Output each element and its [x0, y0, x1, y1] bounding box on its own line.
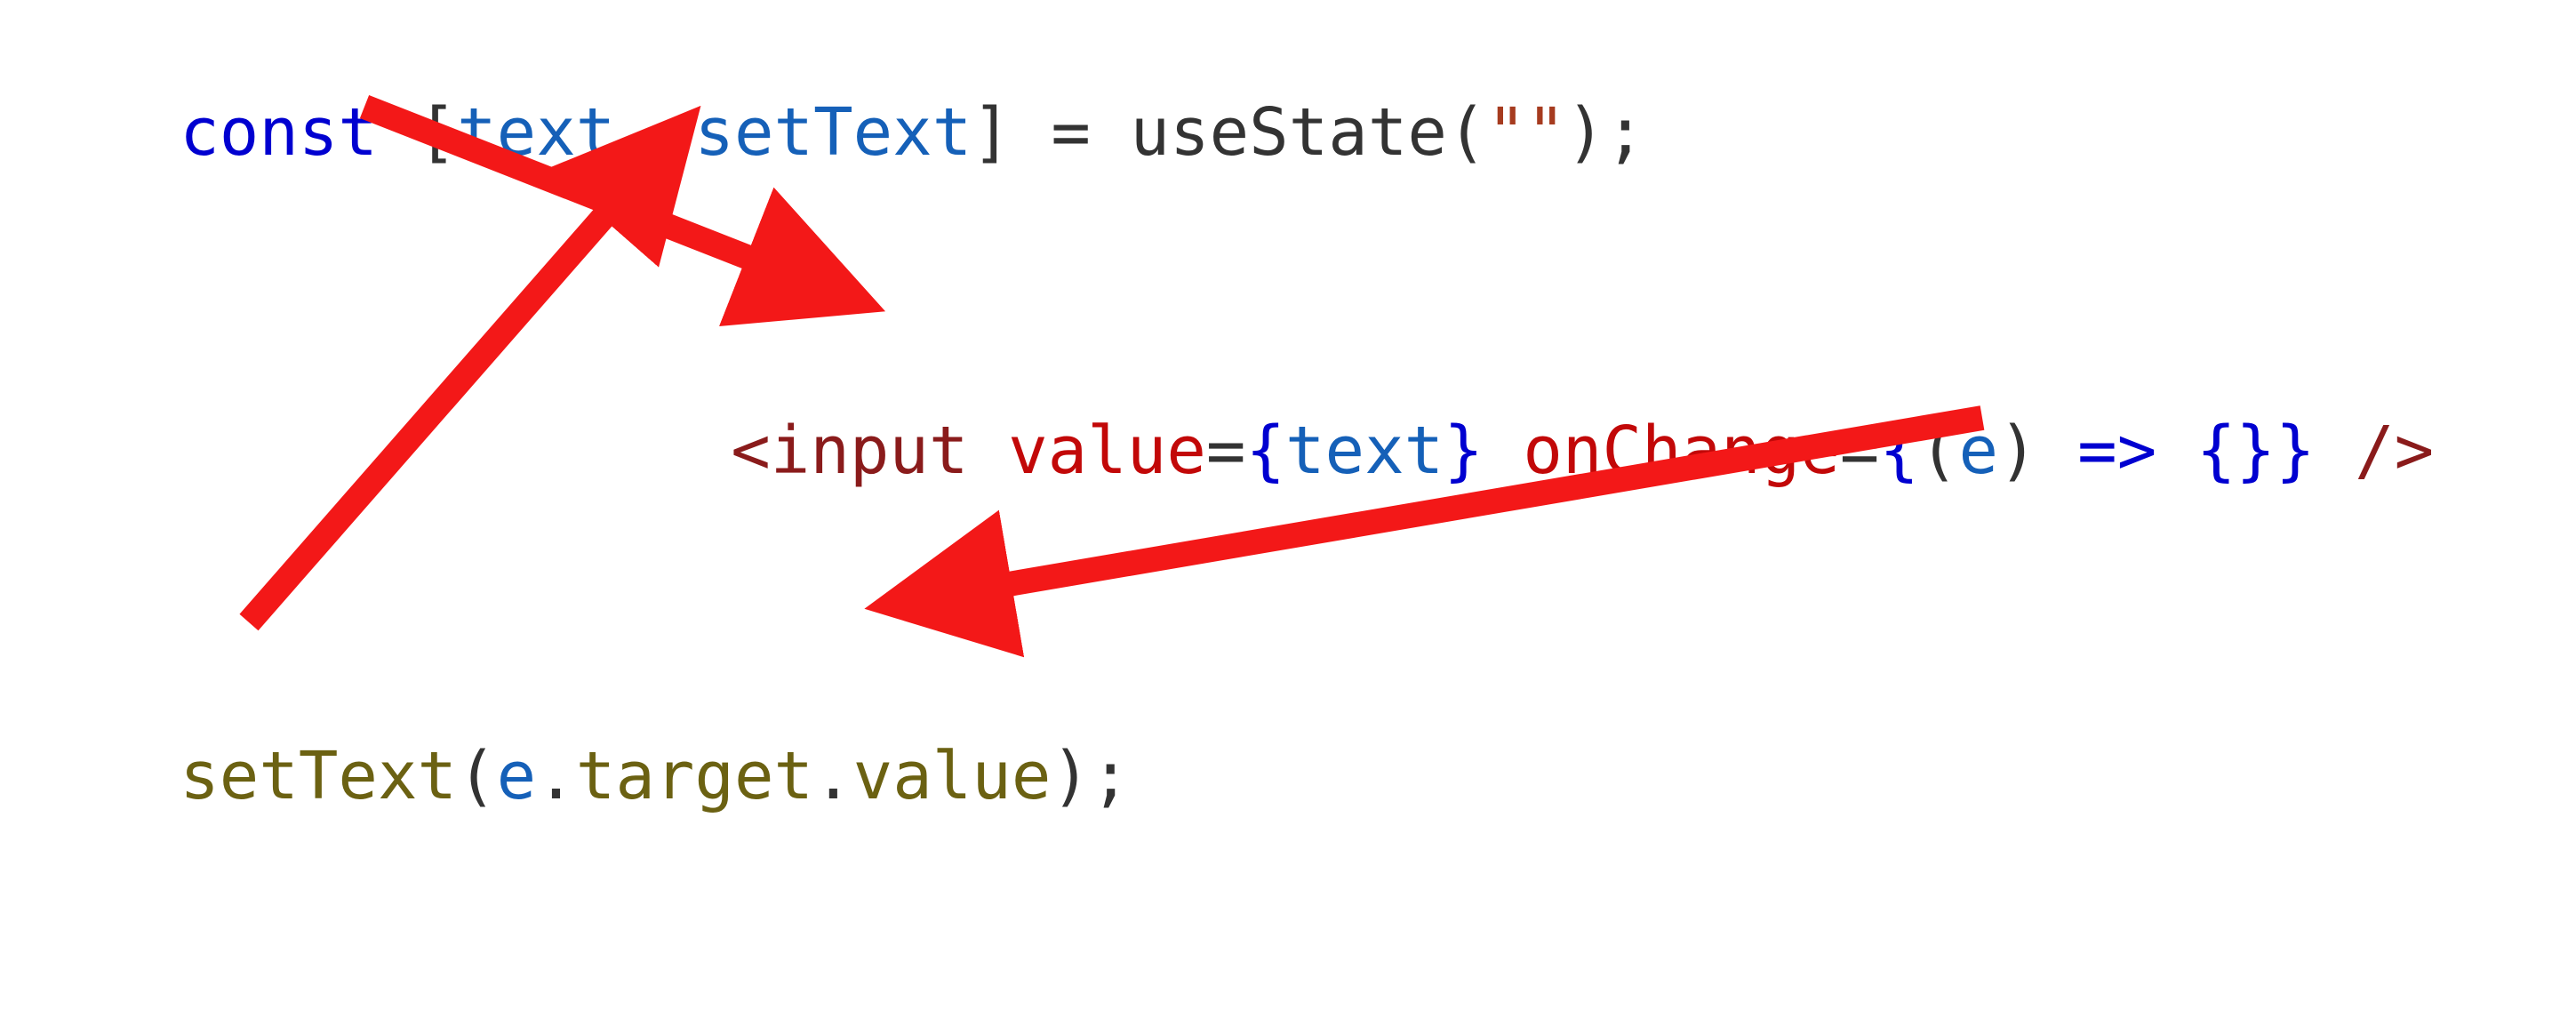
param-e: e [1958, 413, 1998, 489]
equals: = [1051, 94, 1130, 171]
paren-open-3: ( [457, 738, 497, 814]
ref-e: e [497, 738, 537, 814]
brace-close-1: } [1444, 413, 1484, 489]
var-text-decl: text [457, 94, 615, 171]
paren-open-2: ( [1919, 413, 1959, 489]
equals-1: = [1206, 413, 1246, 489]
paren-open: ( [1447, 94, 1487, 171]
code-line-1: const [text, setText] = useState(""); [21, 14, 1645, 251]
self-close: /> [2355, 413, 2434, 489]
paren-close-2: ) [1998, 413, 2038, 489]
paren-close-semi: ); [1566, 94, 1645, 171]
tag-input: input [771, 413, 969, 489]
string-literal-empty: "" [1487, 94, 1566, 171]
dot-1: . [536, 738, 576, 814]
brace-open-1: { [1245, 413, 1285, 489]
code-diagram: const [text, setText] = useState(""); <i… [0, 0, 2576, 752]
arrow-token: => [2077, 413, 2156, 489]
ref-text: text [1285, 413, 1444, 489]
body-open: { [2196, 413, 2236, 489]
brace-open-2: { [1879, 413, 1919, 489]
space-5 [2316, 413, 2356, 489]
call-settext: setText [180, 738, 457, 814]
brace-close-2: } [2276, 413, 2316, 489]
prop-target: target [576, 738, 813, 814]
code-line-3: setText(e.target.value); [21, 658, 1131, 894]
dot-2: . [813, 738, 853, 814]
space-2 [1484, 413, 1524, 489]
use-state: useState [1131, 94, 1447, 171]
body-close: } [2236, 413, 2276, 489]
bracket-close: ] [972, 94, 1051, 171]
paren-close-semi-3: ); [1051, 738, 1130, 814]
space [969, 413, 1009, 489]
attr-value: value [1008, 413, 1206, 489]
comma: , [615, 94, 694, 171]
kw-const: const [180, 94, 378, 171]
var-settext-decl: setText [694, 94, 972, 171]
attr-onchange: onChange [1523, 413, 1839, 489]
code-line-2: <input value={text} onChange={(e) => {}}… [572, 333, 2434, 569]
equals-2: = [1840, 413, 1880, 489]
bracket-open: [ [378, 94, 457, 171]
prop-value: value [853, 738, 1052, 814]
space-4 [2156, 413, 2196, 489]
space-3 [2038, 413, 2078, 489]
angle-open: < [731, 413, 771, 489]
